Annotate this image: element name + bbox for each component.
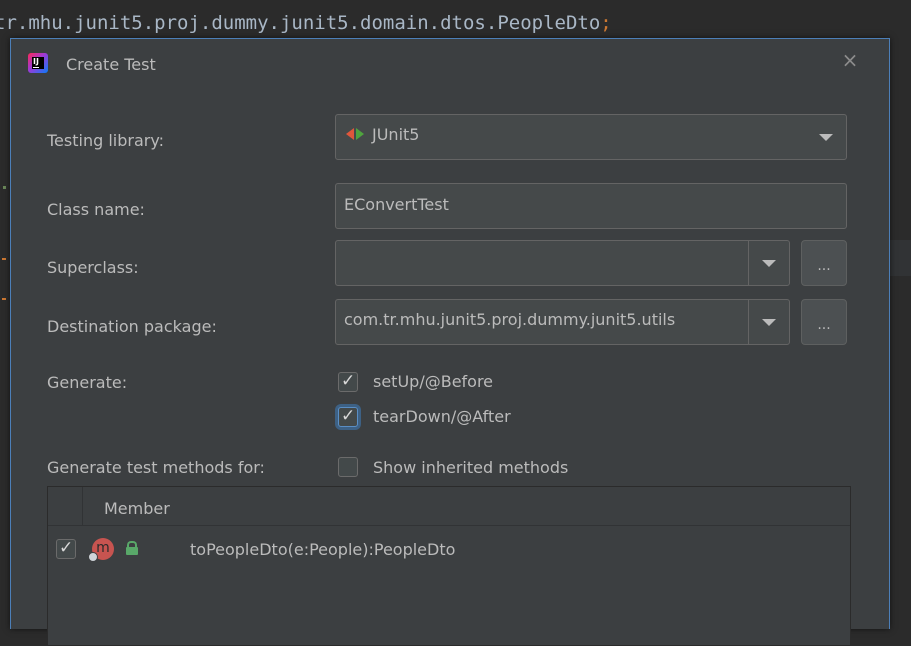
testing-library-dropdown[interactable]: [806, 115, 846, 159]
destination-package-dropdown[interactable]: [748, 300, 789, 344]
override-badge-icon: [88, 552, 98, 562]
superclass-browse-button[interactable]: ...: [801, 240, 847, 286]
chevron-down-icon: [762, 319, 776, 326]
code-text: tr.mhu.junit5.proj.dummy.junit5.domain.d…: [0, 12, 601, 34]
destination-package-browse-button[interactable]: ...: [801, 299, 847, 345]
teardown-checkbox[interactable]: ✓: [338, 406, 358, 427]
generate-label: Generate:: [47, 373, 128, 392]
teardown-label: tearDown/@After: [373, 407, 511, 426]
gutter-marker: [3, 186, 6, 189]
methods-for-label: Generate test methods for:: [47, 458, 265, 477]
show-inherited-checkbox[interactable]: [338, 457, 358, 477]
code-semicolon: ;: [600, 12, 612, 34]
chevron-down-icon: [762, 260, 776, 267]
create-test-dialog: IJ Create Test × Testing library: JUnit5…: [10, 38, 890, 646]
gutter-marker: [2, 258, 6, 260]
class-name-input[interactable]: EConvertTest: [335, 183, 847, 229]
testing-library-select[interactable]: JUnit5: [335, 114, 847, 160]
superclass-dropdown[interactable]: [748, 241, 789, 285]
public-lock-icon: [125, 541, 139, 555]
gutter-marker: [2, 298, 6, 300]
testing-library-label: Testing library:: [47, 131, 165, 150]
dialog-title: Create Test: [66, 55, 156, 74]
check-icon: ✓: [59, 538, 74, 558]
junit5-icon: [346, 127, 366, 141]
code-line: tr.mhu.junit5.proj.dummy.junit5.domain.d…: [0, 12, 612, 34]
show-inherited-label: Show inherited methods: [373, 458, 569, 477]
setup-label: setUp/@Before: [373, 372, 494, 391]
superclass-input[interactable]: [335, 240, 790, 286]
setup-checkbox[interactable]: ✓: [338, 371, 358, 392]
member-signature: toPeopleDto(e:People):PeopleDto: [190, 540, 456, 559]
close-icon[interactable]: ×: [839, 49, 861, 71]
member-column-header[interactable]: Member: [104, 499, 170, 518]
check-icon: ✓: [341, 371, 356, 391]
class-name-value: EConvertTest: [344, 195, 449, 214]
method-icon: m: [88, 538, 114, 562]
table-header: Member: [48, 487, 850, 526]
method-icon-letter: m: [96, 540, 110, 556]
superclass-label: Superclass:: [47, 258, 139, 277]
members-table: Member ✓ m toPeopleDto(e:People):PeopleD…: [47, 486, 851, 646]
check-icon: ✓: [341, 406, 356, 426]
select-column-header[interactable]: [48, 487, 83, 525]
testing-library-value: JUnit5: [346, 125, 419, 144]
destination-package-value: com.tr.mhu.junit5.proj.dummy.junit5.util…: [344, 310, 676, 329]
class-name-label: Class name:: [47, 200, 145, 219]
dialog-titlebar[interactable]: IJ Create Test ×: [11, 39, 889, 93]
editor-stripe: [889, 240, 911, 276]
table-row[interactable]: ✓ m toPeopleDto(e:People):PeopleDto: [48, 525, 850, 573]
destination-package-input[interactable]: com.tr.mhu.junit5.proj.dummy.junit5.util…: [335, 299, 790, 345]
destination-package-label: Destination package:: [47, 317, 217, 336]
row-checkbox[interactable]: ✓: [56, 538, 76, 559]
testing-library-text: JUnit5: [372, 125, 420, 144]
intellij-app-icon: IJ: [28, 53, 48, 73]
chevron-down-icon: [819, 134, 833, 141]
